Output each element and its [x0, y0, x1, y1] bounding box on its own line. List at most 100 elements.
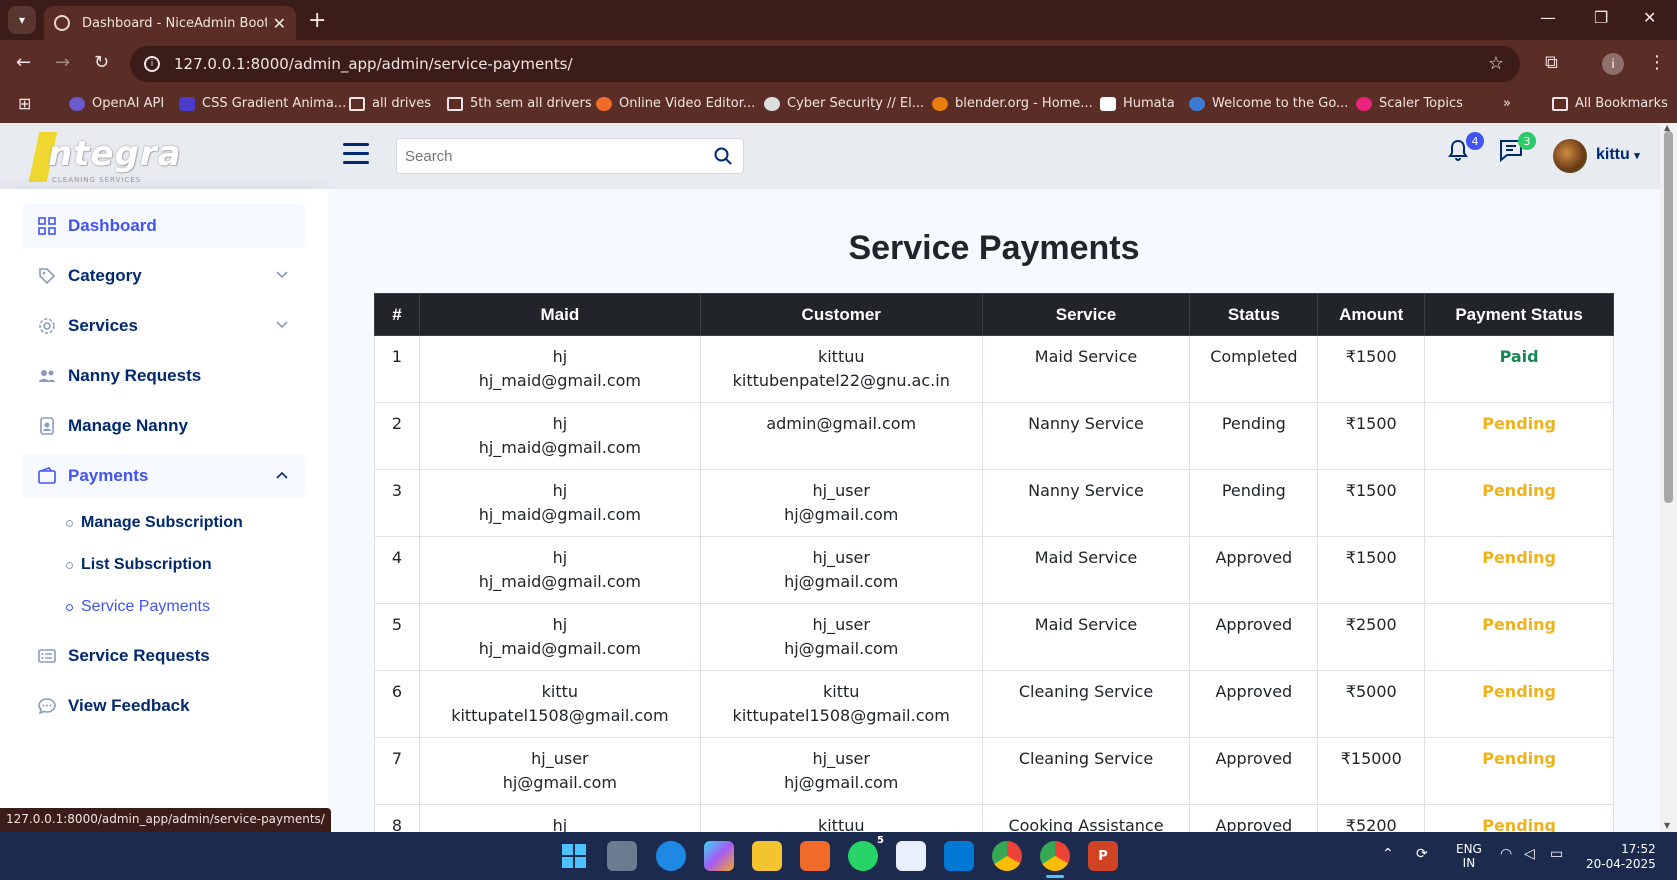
sidebar-subitem-service-payments[interactable]: Service Payments [66, 598, 210, 616]
logo-subtext: CLEANING SERVICES [52, 176, 142, 184]
search-input[interactable] [405, 147, 703, 165]
sidebar-subitem-manage-subscription[interactable]: Manage Subscription [66, 514, 243, 532]
amount: ₹1500 [1345, 414, 1397, 433]
browser-tab[interactable]: Dashboard - NiceAdmin Bootst ✕ [44, 6, 296, 40]
extensions-icon[interactable]: ⧉ [1545, 52, 1558, 73]
service-status: Approved [1215, 816, 1293, 832]
sidebar-item-dashboard[interactable]: Dashboard [22, 204, 305, 248]
scroll-down-icon[interactable]: ▼ [1664, 821, 1670, 830]
notifications-button[interactable]: 4 [1446, 132, 1484, 168]
start-windows-icon[interactable] [559, 841, 589, 871]
user-menu[interactable]: kittu ▾ [1596, 146, 1640, 164]
more-bookmarks-icon[interactable]: » [1503, 96, 1511, 111]
bookmark-welcome[interactable]: Welcome to the Go... [1189, 96, 1348, 111]
minimize-icon[interactable]: — [1540, 8, 1556, 27]
profile-avatar-icon[interactable]: i [1602, 53, 1624, 75]
all-bookmarks[interactable]: All Bookmarks [1552, 96, 1668, 111]
powerpoint-icon[interactable]: P [1088, 841, 1118, 871]
back-icon[interactable]: ← [16, 52, 31, 73]
address-bar[interactable]: i 127.0.0.1:8000/admin_app/admin/service… [130, 46, 1520, 82]
clock[interactable]: 17:52 20-04-2025 [1586, 842, 1656, 872]
amount: ₹1500 [1345, 548, 1397, 567]
bookmark-blender[interactable]: blender.org - Home... [932, 96, 1093, 111]
sidebar-item-manage-nanny[interactable]: Manage Nanny [22, 404, 305, 448]
bookmark-5th-sem[interactable]: 5th sem all drivers [447, 96, 592, 111]
site-info-icon[interactable]: i [144, 56, 160, 72]
sidebar-item-payments[interactable]: Payments [22, 454, 305, 498]
tray-chevron-icon[interactable]: ⌃ [1382, 846, 1394, 862]
restore-icon[interactable]: ❐ [1594, 8, 1608, 27]
tag-icon [39, 268, 56, 285]
service-status: Approved [1215, 615, 1293, 634]
bookmark-openai[interactable]: OpenAI API [69, 96, 164, 111]
sidebar-item-label: Service Requests [68, 646, 210, 665]
row-number: 2 [391, 414, 403, 433]
language-indicator[interactable]: ENG IN [1456, 842, 1482, 870]
bookmark-scaler[interactable]: Scaler Topics [1356, 96, 1463, 111]
people-icon [39, 370, 55, 382]
page-scrollbar[interactable]: ▲ ▼ [1660, 123, 1677, 832]
column-header: Status [1189, 293, 1319, 336]
circle-icon [66, 561, 73, 569]
sidebar-subitem-list-subscription[interactable]: List Subscription [66, 556, 212, 574]
customer-name: hj_user [812, 481, 870, 500]
edge-icon[interactable] [656, 841, 686, 871]
sidebar-item-view-feedback[interactable]: View Feedback [22, 684, 305, 728]
folder-icon [447, 96, 463, 111]
reload-icon[interactable]: ↻ [94, 52, 109, 73]
new-tab-icon[interactable]: + [308, 8, 326, 33]
vscode-icon[interactable] [944, 841, 974, 871]
customer-email: hj@gmail.com [784, 639, 899, 658]
close-tab-icon[interactable]: ✕ [273, 14, 286, 33]
avatar[interactable] [1553, 139, 1587, 173]
column-header: Maid [418, 293, 701, 336]
close-window-icon[interactable]: ✕ [1643, 8, 1656, 27]
messages-button[interactable]: 3 [1498, 132, 1536, 168]
bookmark-star-icon[interactable]: ☆ [1488, 53, 1504, 74]
chrome-icon[interactable] [992, 841, 1022, 871]
bookmark-humata[interactable]: Humata [1100, 96, 1175, 111]
tab-search-dropdown-icon[interactable]: ▾ [8, 6, 36, 34]
scroll-thumb[interactable] [1664, 131, 1673, 503]
apps-grid-icon[interactable]: ⊞ [18, 94, 31, 113]
maid-email: hj@gmail.com [502, 773, 617, 792]
store-icon[interactable] [896, 841, 926, 871]
customer-email: hj@gmail.com [784, 572, 899, 591]
sidebar-item-service-requests[interactable]: Service Requests [22, 634, 305, 678]
wifi-icon[interactable]: ◠ [1500, 846, 1512, 862]
column-header: Service [981, 293, 1191, 336]
payment-status-badge: Pending [1482, 548, 1556, 567]
sidebar-item-services[interactable]: Services [22, 304, 305, 348]
windows-taskbar: 5 P ⌃ ⟳ ENG IN ◠ ◁ ▭ 17:52 20-04-2025 [0, 832, 1677, 880]
toggle-sidebar-icon[interactable] [343, 143, 369, 165]
status-bar-url: 127.0.0.1:8000/admin_app/admin/service-p… [0, 808, 331, 832]
cyber-security-icon [764, 96, 780, 111]
maid-email: hj_maid@gmail.com [478, 505, 641, 524]
file-explorer-icon[interactable] [752, 841, 782, 871]
chat-dots-icon [38, 698, 56, 715]
bookmark-cyber-security[interactable]: Cyber Security // El... [764, 96, 924, 111]
bookmark-css-gradient[interactable]: CSS Gradient Anima... [179, 96, 346, 111]
service-name: Nanny Service [1028, 481, 1144, 500]
sync-icon[interactable]: ⟳ [1416, 846, 1428, 862]
chrome-profile-icon[interactable] [1040, 841, 1070, 871]
bookmark-all-drives[interactable]: all drives [349, 96, 431, 111]
logo[interactable]: ntegra CLEANING SERVICES [22, 128, 181, 186]
customer-name: hj_user [812, 548, 870, 567]
video-editor-app-icon[interactable] [800, 841, 830, 871]
sidebar: Dashboard Category Services Nanny Reques… [0, 189, 328, 832]
sidebar-item-nanny-requests[interactable]: Nanny Requests [22, 354, 305, 398]
menu-kebab-icon[interactable]: ⋮ [1648, 52, 1666, 73]
customer-name: kittuu [817, 816, 865, 832]
whatsapp-icon[interactable]: 5 [848, 835, 884, 871]
bookmark-video-editor[interactable]: Online Video Editor... [596, 96, 755, 111]
search-button[interactable] [703, 139, 743, 173]
amount: ₹1500 [1345, 347, 1397, 366]
forward-icon[interactable]: → [55, 52, 70, 73]
volume-icon[interactable]: ◁ [1524, 846, 1535, 862]
sidebar-item-category[interactable]: Category [22, 254, 305, 298]
table-row: 2 hj hj_maid@gmail.com admin@gmail.com Nanny… [374, 402, 1614, 470]
task-view-icon[interactable] [607, 841, 637, 871]
battery-icon[interactable]: ▭ [1550, 846, 1563, 862]
copilot-icon[interactable] [704, 841, 734, 871]
